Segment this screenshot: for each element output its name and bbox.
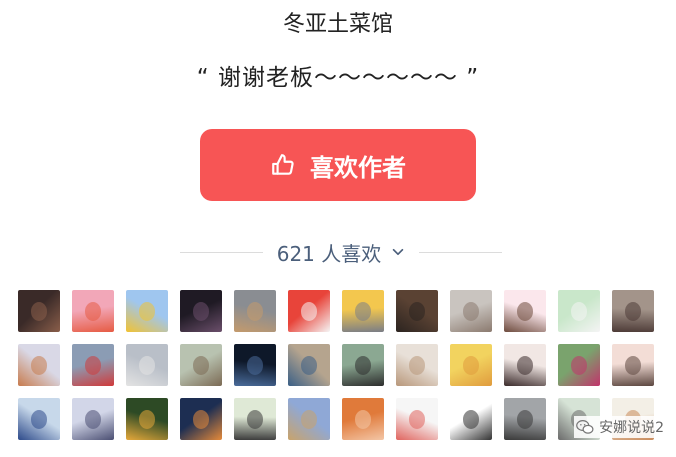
like-count-row: 621 人喜欢 xyxy=(180,236,502,268)
liker-avatar[interactable] xyxy=(72,344,114,386)
liker-avatar[interactable] xyxy=(180,290,222,332)
liker-avatar[interactable] xyxy=(342,344,384,386)
liker-avatar[interactable] xyxy=(18,344,60,386)
watermark: 安娜说说2 xyxy=(574,416,666,438)
liker-avatar[interactable] xyxy=(72,398,114,440)
wechat-icon xyxy=(576,420,594,434)
liker-avatar[interactable] xyxy=(612,290,654,332)
liker-avatar[interactable] xyxy=(18,290,60,332)
liker-avatar[interactable] xyxy=(126,290,168,332)
liker-avatar[interactable] xyxy=(504,398,546,440)
like-count-text: 621 人喜欢 xyxy=(276,241,382,266)
liker-avatar[interactable] xyxy=(396,398,438,440)
like-count-toggle[interactable]: 621 人喜欢 xyxy=(263,238,420,267)
liker-avatar[interactable] xyxy=(342,398,384,440)
liker-avatar[interactable] xyxy=(234,290,276,332)
liker-avatar[interactable] xyxy=(396,290,438,332)
liker-avatar[interactable] xyxy=(558,290,600,332)
thumbs-up-icon xyxy=(272,154,294,175)
liker-avatar[interactable] xyxy=(288,398,330,440)
liker-avatar-grid xyxy=(18,290,654,440)
liker-avatar[interactable] xyxy=(126,398,168,440)
like-author-button[interactable]: 喜欢作者 xyxy=(200,129,476,201)
liker-avatar[interactable] xyxy=(72,290,114,332)
liker-avatar[interactable] xyxy=(396,344,438,386)
liker-avatar[interactable] xyxy=(180,398,222,440)
divider-right xyxy=(419,251,502,253)
liker-avatar[interactable] xyxy=(288,344,330,386)
liker-avatar[interactable] xyxy=(450,398,492,440)
liker-avatar[interactable] xyxy=(234,344,276,386)
liker-avatar[interactable] xyxy=(450,344,492,386)
liker-avatar[interactable] xyxy=(504,290,546,332)
liker-avatar[interactable] xyxy=(450,290,492,332)
liker-avatar[interactable] xyxy=(558,344,600,386)
like-button-label: 喜欢作者 xyxy=(310,153,406,182)
divider-left xyxy=(180,251,263,253)
liker-avatar[interactable] xyxy=(612,344,654,386)
liker-avatar[interactable] xyxy=(342,290,384,332)
liker-avatar[interactable] xyxy=(180,344,222,386)
liker-avatar[interactable] xyxy=(234,398,276,440)
watermark-text: 安娜说说2 xyxy=(599,420,664,436)
liker-avatar[interactable] xyxy=(504,344,546,386)
chevron-down-icon xyxy=(393,248,404,256)
liker-avatar[interactable] xyxy=(126,344,168,386)
liker-avatar[interactable] xyxy=(288,290,330,332)
liker-avatar[interactable] xyxy=(18,398,60,440)
author-name: 冬亚土菜馆 xyxy=(282,12,393,37)
reward-message: “ 谢谢老板～～～～～～ ” xyxy=(196,65,480,91)
